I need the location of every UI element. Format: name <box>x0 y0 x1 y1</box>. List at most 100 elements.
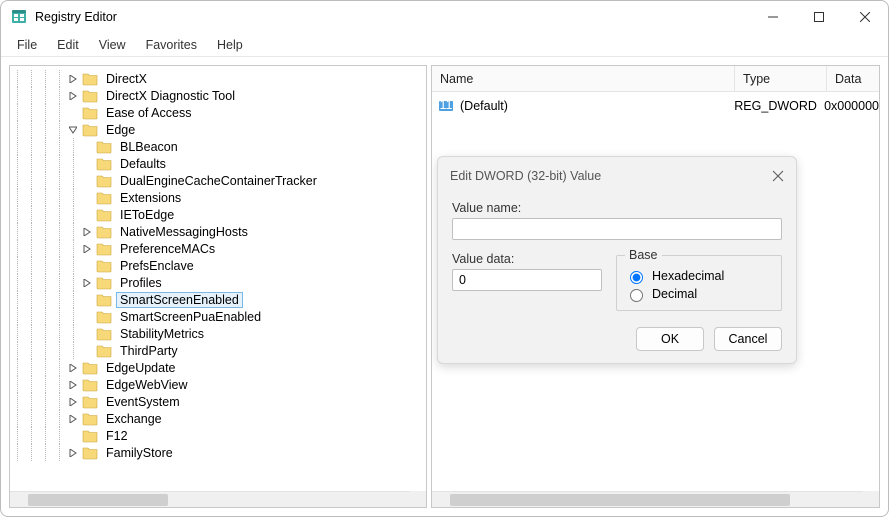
list-row[interactable]: 0110 (Default) REG_DWORD 0x000000 <box>432 96 879 116</box>
base-groupbox: Base Hexadecimal Decimal <box>616 248 782 311</box>
expand-toggle[interactable] <box>66 427 80 444</box>
radio-hex-input[interactable] <box>630 271 643 284</box>
tree-item[interactable]: EdgeWebView <box>10 376 426 393</box>
tree-item[interactable]: PrefsEnclave <box>10 257 426 274</box>
tree-item[interactable]: Edge <box>10 121 426 138</box>
tree-item[interactable]: EventSystem <box>10 393 426 410</box>
tree-item[interactable]: NativeMessagingHosts <box>10 223 426 240</box>
tree-item-label: StabilityMetrics <box>116 326 208 342</box>
expand-toggle[interactable] <box>80 138 94 155</box>
expand-toggle[interactable] <box>66 359 80 376</box>
folder-icon <box>82 106 98 120</box>
expand-toggle[interactable] <box>80 240 94 257</box>
expand-toggle[interactable] <box>80 257 94 274</box>
expand-toggle[interactable] <box>66 121 80 138</box>
expand-toggle[interactable] <box>66 376 80 393</box>
tree-item-label: Extensions <box>116 190 185 206</box>
menu-file[interactable]: File <box>9 36 45 54</box>
tree-item[interactable]: DualEngineCacheContainerTracker <box>10 172 426 189</box>
value-data-input[interactable] <box>452 269 602 291</box>
folder-icon <box>96 225 112 239</box>
list-header: Name Type Data <box>432 66 879 92</box>
folder-icon <box>96 140 112 154</box>
col-data[interactable]: Data <box>827 72 879 86</box>
tree-item-label: DirectX <box>102 71 151 87</box>
tree-item[interactable]: Profiles <box>10 274 426 291</box>
tree-item-label: Exchange <box>102 411 166 427</box>
tree-item-label: Defaults <box>116 156 170 172</box>
tree-item[interactable]: DirectX <box>10 70 426 87</box>
regedit-window: Registry Editor File Edit View Favorites… <box>0 0 889 517</box>
registry-tree[interactable]: DirectXDirectX Diagnostic ToolEase of Ac… <box>10 66 426 507</box>
tree-item[interactable]: DirectX Diagnostic Tool <box>10 87 426 104</box>
expand-toggle[interactable] <box>66 444 80 461</box>
expand-toggle[interactable] <box>66 393 80 410</box>
radio-hex[interactable]: Hexadecimal <box>625 268 773 284</box>
tree-item[interactable]: Defaults <box>10 155 426 172</box>
tree-item[interactable]: SmartScreenPuaEnabled <box>10 308 426 325</box>
tree-item[interactable]: BLBeacon <box>10 138 426 155</box>
tree-item-label: DualEngineCacheContainerTracker <box>116 173 321 189</box>
cancel-button[interactable]: Cancel <box>714 327 782 351</box>
tree-item[interactable]: IEToEdge <box>10 206 426 223</box>
svg-text:0110: 0110 <box>438 98 454 112</box>
expand-toggle[interactable] <box>80 325 94 342</box>
tree-item[interactable]: SmartScreenEnabled <box>10 291 426 308</box>
tree-item[interactable]: FamilyStore <box>10 444 426 461</box>
menu-edit[interactable]: Edit <box>49 36 87 54</box>
expand-toggle[interactable] <box>80 155 94 172</box>
folder-icon <box>82 429 98 443</box>
menu-view[interactable]: View <box>91 36 134 54</box>
tree-item[interactable]: EdgeUpdate <box>10 359 426 376</box>
menu-help[interactable]: Help <box>209 36 251 54</box>
expand-toggle[interactable] <box>66 70 80 87</box>
expand-toggle[interactable] <box>66 104 80 121</box>
folder-icon <box>96 293 112 307</box>
dialog-close-button[interactable] <box>772 170 784 182</box>
value-name-input[interactable] <box>452 218 782 240</box>
tree-item-label: EdgeWebView <box>102 377 192 393</box>
edit-dword-dialog: Edit DWORD (32-bit) Value Value name: Va… <box>437 156 797 364</box>
expand-toggle[interactable] <box>80 189 94 206</box>
expand-toggle[interactable] <box>80 172 94 189</box>
tree-item-label: SmartScreenPuaEnabled <box>116 309 265 325</box>
tree-item-label: F12 <box>102 428 132 444</box>
tree-item-label: EventSystem <box>102 394 184 410</box>
folder-icon <box>82 446 98 460</box>
expand-toggle[interactable] <box>80 308 94 325</box>
expand-toggle[interactable] <box>80 223 94 240</box>
radio-dec-input[interactable] <box>630 289 643 302</box>
minimize-button[interactable] <box>750 1 796 33</box>
expand-toggle[interactable] <box>80 291 94 308</box>
tree-item[interactable]: PreferenceMACs <box>10 240 426 257</box>
folder-icon <box>82 378 98 392</box>
maximize-button[interactable] <box>796 1 842 33</box>
tree-item[interactable]: Ease of Access <box>10 104 426 121</box>
radio-dec[interactable]: Decimal <box>625 286 773 302</box>
close-button[interactable] <box>842 1 888 33</box>
expand-toggle[interactable] <box>80 274 94 291</box>
expand-toggle[interactable] <box>80 342 94 359</box>
folder-icon <box>82 395 98 409</box>
tree-item[interactable]: F12 <box>10 427 426 444</box>
value-name-label: Value name: <box>452 201 782 215</box>
menu-favorites[interactable]: Favorites <box>138 36 205 54</box>
dword-icon: 0110 <box>438 98 454 114</box>
col-name[interactable]: Name <box>432 66 735 91</box>
tree-h-scrollbar[interactable] <box>10 491 410 507</box>
ok-button[interactable]: OK <box>636 327 704 351</box>
window-title: Registry Editor <box>35 10 117 24</box>
expand-toggle[interactable] <box>66 410 80 427</box>
expand-toggle[interactable] <box>66 87 80 104</box>
tree-item[interactable]: Exchange <box>10 410 426 427</box>
tree-item[interactable]: ThirdParty <box>10 342 426 359</box>
list-h-scrollbar[interactable] <box>432 491 863 507</box>
tree-item[interactable]: StabilityMetrics <box>10 325 426 342</box>
col-type[interactable]: Type <box>735 66 827 91</box>
folder-icon <box>96 276 112 290</box>
tree-item-label: EdgeUpdate <box>102 360 180 376</box>
tree-item-label: PreferenceMACs <box>116 241 219 257</box>
expand-toggle[interactable] <box>80 206 94 223</box>
folder-icon <box>96 191 112 205</box>
tree-item[interactable]: Extensions <box>10 189 426 206</box>
